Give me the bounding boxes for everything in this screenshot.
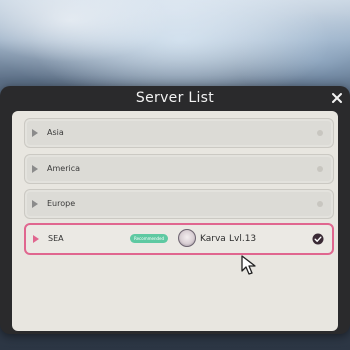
server-row-europe[interactable]: Europe [24, 189, 334, 219]
server-row-america[interactable]: America [24, 154, 334, 184]
status-dot-icon [317, 166, 323, 172]
recommended-badge: Recommended [130, 234, 169, 243]
server-name: Europe [47, 199, 76, 208]
dialog-title: Server List [135, 90, 215, 106]
server-list-dialog: Server List Asia America Europe SEA Reco… [0, 86, 350, 334]
chevron-right-icon [33, 235, 39, 243]
player-avatar [178, 229, 196, 247]
player-name: Karva [200, 234, 226, 244]
server-list: Asia America Europe SEA Recommended Karv… [12, 111, 338, 331]
status-dot-icon [317, 201, 323, 207]
close-icon[interactable] [330, 91, 344, 105]
status-dot-icon [317, 130, 323, 136]
chevron-right-icon [32, 165, 38, 173]
game-scene: Server List Asia America Europe SEA Reco… [0, 0, 350, 350]
check-circle-icon [312, 233, 324, 245]
mouse-pointer-icon [241, 255, 256, 275]
server-row-asia[interactable]: Asia [24, 118, 334, 148]
server-name: SEA [48, 234, 64, 243]
chevron-right-icon [32, 129, 38, 137]
chevron-right-icon [32, 200, 38, 208]
player-level: Lvl.13 [229, 234, 257, 244]
server-name: Asia [47, 128, 64, 137]
server-row-sea[interactable]: SEA Recommended Karva Lvl.13 [24, 223, 334, 255]
server-name: America [47, 164, 80, 173]
